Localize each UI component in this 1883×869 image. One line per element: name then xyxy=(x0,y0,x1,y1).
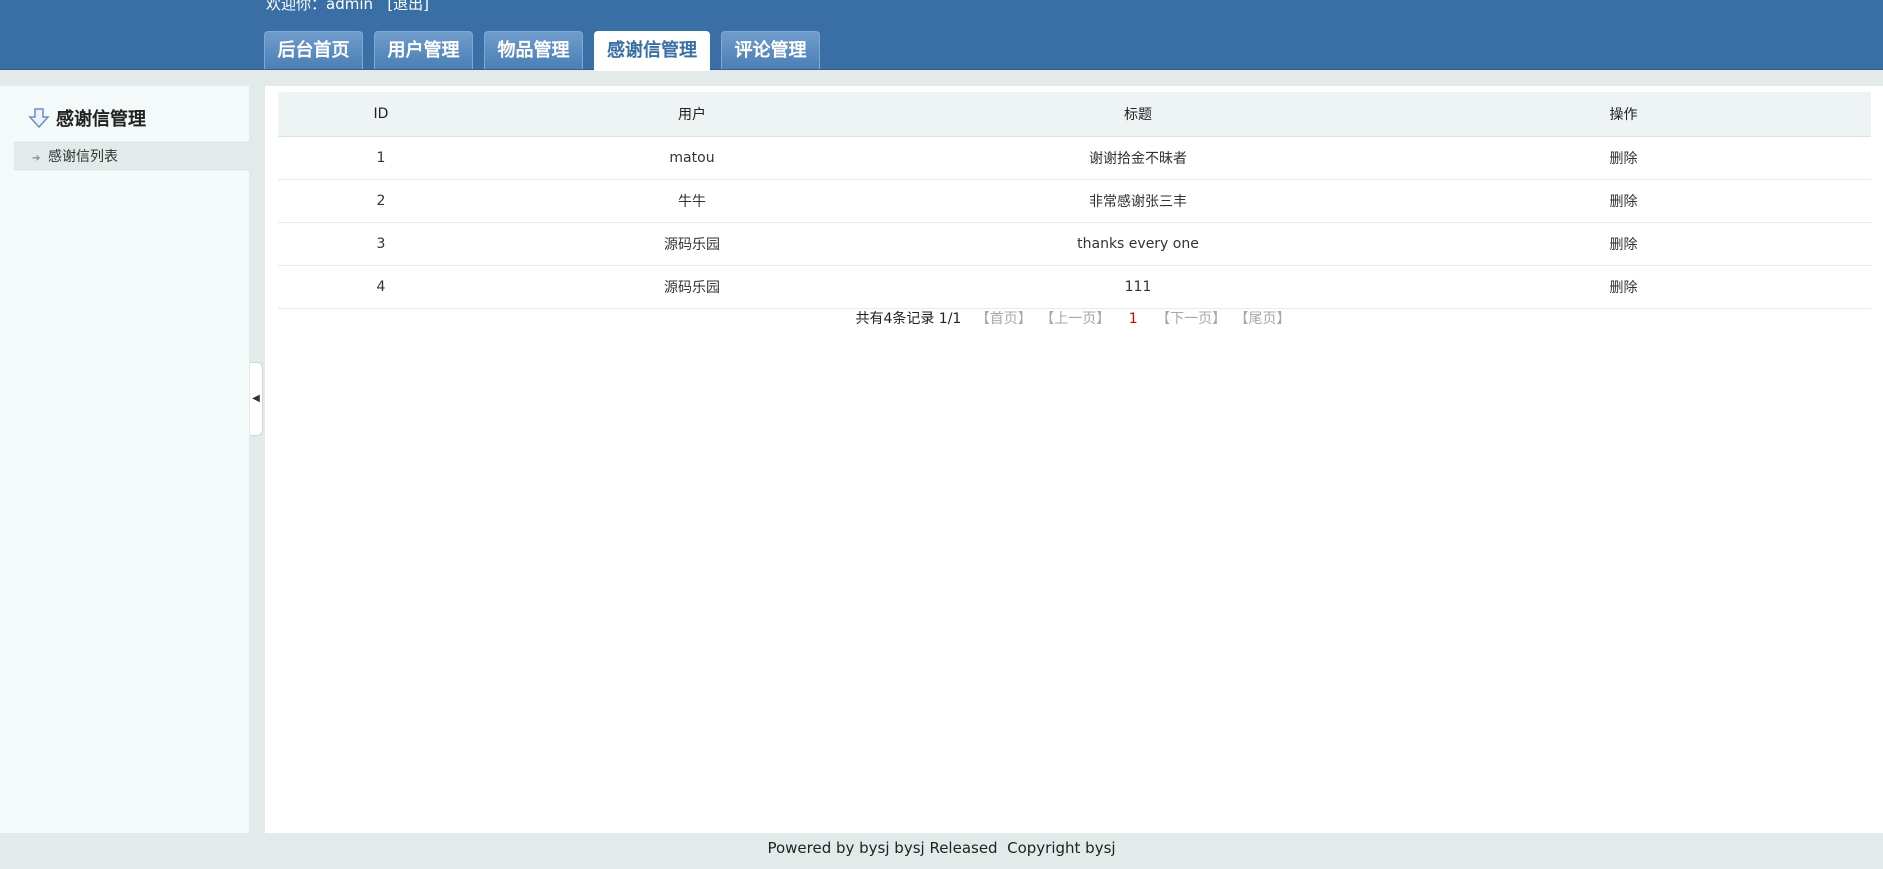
delete-link[interactable]: 删除 xyxy=(1376,136,1871,180)
column-header-user: 用户 xyxy=(484,92,900,137)
column-header-action: 操作 xyxy=(1376,92,1871,137)
top-header: 欢迎你：admin [退出] 后台首页 用户管理 物品管理 感谢信管理 评论管理 xyxy=(0,0,1883,71)
cell-user: 源码乐园 xyxy=(484,265,900,309)
cell-id: 3 xyxy=(278,222,484,266)
table-row: 2 牛牛 非常感谢张三丰 删除 xyxy=(278,179,1871,223)
pagination-summary: 共有4条记录 1/1 xyxy=(855,311,962,327)
tab-comments[interactable]: 评论管理 xyxy=(721,31,820,69)
delete-link[interactable]: 删除 xyxy=(1376,179,1871,223)
sidebar: 感谢信管理 ➔ 感谢信列表 xyxy=(0,86,249,833)
sidebar-title-label: 感谢信管理 xyxy=(56,109,146,130)
welcome-bar: 欢迎你：admin [退出] xyxy=(266,0,429,14)
sidebar-collapse-toggle[interactable]: ◀ xyxy=(250,362,263,436)
cell-user: 源码乐园 xyxy=(484,222,900,266)
main-content: ID 用户 标题 操作 1 matou 谢谢拾金不昧者 删除 2 牛牛 非常感谢… xyxy=(265,86,1883,833)
first-page-link[interactable]: 【首页】 xyxy=(976,311,1032,327)
sidebar-item-label: 感谢信列表 xyxy=(48,149,118,165)
sidebar-title: 感谢信管理 xyxy=(28,106,146,134)
cell-title: thanks every one xyxy=(900,222,1376,266)
cell-user: 牛牛 xyxy=(484,179,900,223)
current-page: 1 xyxy=(1128,311,1138,327)
cell-id: 2 xyxy=(278,179,484,223)
cell-user: matou xyxy=(484,136,900,180)
table-header-row: ID 用户 标题 操作 xyxy=(278,92,1871,137)
cell-id: 1 xyxy=(278,136,484,180)
tab-items[interactable]: 物品管理 xyxy=(484,31,583,69)
table-row: 1 matou 谢谢拾金不昧者 删除 xyxy=(278,136,1871,180)
prev-page-link[interactable]: 【上一页】 xyxy=(1040,311,1110,327)
cell-title: 谢谢拾金不昧者 xyxy=(900,136,1376,180)
table-row: 3 源码乐园 thanks every one 删除 xyxy=(278,222,1871,266)
collapse-arrow-icon: ◀ xyxy=(252,393,260,404)
column-header-id: ID xyxy=(278,92,484,137)
sidebar-item-letter-list[interactable]: ➔ 感谢信列表 xyxy=(14,140,249,172)
footer-text: Powered by bysj bysj Released Copyright … xyxy=(767,839,1116,857)
cell-id: 4 xyxy=(278,265,484,309)
delete-link[interactable]: 删除 xyxy=(1376,222,1871,266)
cell-title: 111 xyxy=(900,265,1376,309)
thank-letter-table: ID 用户 标题 操作 1 matou 谢谢拾金不昧者 删除 2 牛牛 非常感谢… xyxy=(278,92,1871,309)
welcome-text: 欢迎你：admin xyxy=(266,0,373,13)
arrow-right-icon: ➔ xyxy=(32,153,41,164)
last-page-link[interactable]: 【尾页】 xyxy=(1235,311,1291,327)
table-row: 4 源码乐园 111 删除 xyxy=(278,265,1871,309)
delete-link[interactable]: 删除 xyxy=(1376,265,1871,309)
footer: Powered by bysj bysj Released Copyright … xyxy=(0,833,1883,869)
cell-title: 非常感谢张三丰 xyxy=(900,179,1376,223)
tab-dashboard[interactable]: 后台首页 xyxy=(264,31,363,69)
logout-link[interactable]: [退出] xyxy=(387,0,429,13)
column-header-title: 标题 xyxy=(900,92,1376,137)
tab-users[interactable]: 用户管理 xyxy=(374,31,473,69)
next-page-link[interactable]: 【下一页】 xyxy=(1156,311,1226,327)
tab-thank-letters[interactable]: 感谢信管理 xyxy=(594,31,710,71)
pagination: 共有4条记录 1/1 【首页】 【上一页】 1 【下一页】 【尾页】 xyxy=(265,308,1883,328)
arrow-down-icon xyxy=(28,108,50,129)
